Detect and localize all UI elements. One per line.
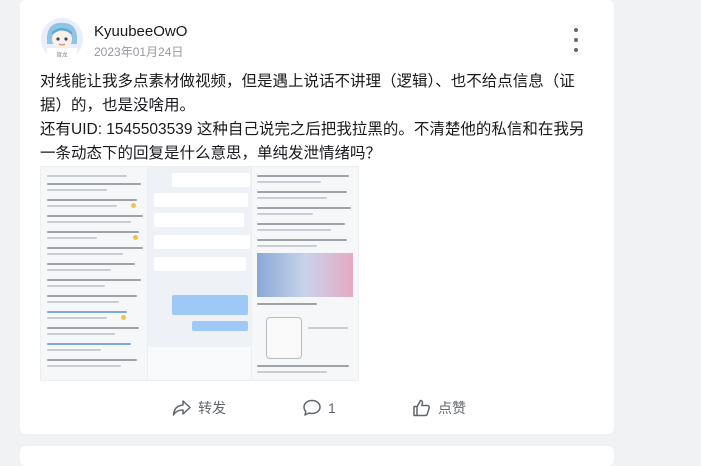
author-name[interactable]: KyuubeeOwO xyxy=(94,23,187,40)
post-content: 对线能让我多点素材做视频，但是遇上说话不讲理（逻辑）、也不给点信息（证据）的，也… xyxy=(40,70,596,166)
post-date[interactable]: 2023年01月24日 xyxy=(94,43,183,60)
comment-button[interactable]: 1 xyxy=(302,396,336,420)
comment-icon xyxy=(303,399,321,416)
share-label: 转发 xyxy=(198,400,226,416)
image-thumbnail-replies[interactable] xyxy=(251,166,359,381)
share-button[interactable]: 转发 xyxy=(172,396,226,420)
avatar[interactable]: 官龙 xyxy=(41,18,83,60)
post-actions-bar: 转发 1 点赞 xyxy=(20,392,614,424)
dynamic-post-card: 官龙 KyuubeeOwO 2023年01月24日 对线能让我多点素材做视频，但… xyxy=(20,0,614,434)
like-label: 点赞 xyxy=(438,400,466,416)
more-options-icon[interactable] xyxy=(568,28,584,52)
thumbs-up-icon xyxy=(413,399,431,417)
avatar-image: 官龙 xyxy=(41,18,83,60)
share-icon xyxy=(172,400,191,416)
post-paragraph: 还有UID: 1545503539 这种自己说完之后把我拉黑的。不清楚他的私信和… xyxy=(40,121,585,162)
comment-count: 1 xyxy=(328,400,336,416)
avatar-caption: 官龙 xyxy=(56,51,68,59)
image-thumbnail-comments[interactable] xyxy=(40,166,149,381)
next-post-card xyxy=(20,446,614,466)
like-button[interactable]: 点赞 xyxy=(412,396,466,420)
post-paragraph: 对线能让我多点素材做视频，但是遇上说话不讲理（逻辑）、也不给点信息（证据）的，也… xyxy=(40,73,575,114)
image-thumbnail-chat[interactable] xyxy=(147,166,256,381)
